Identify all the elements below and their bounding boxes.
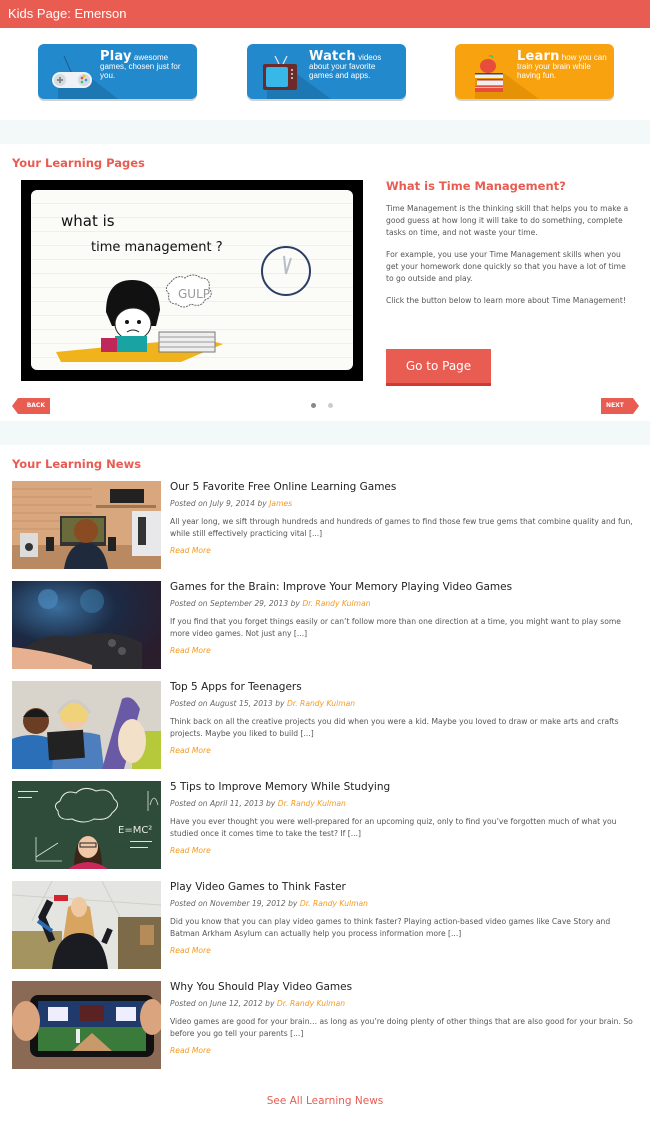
learning-pages-heading: Your Learning Pages [12,156,145,170]
svg-text:E=MC²: E=MC² [118,825,152,836]
read-more-link[interactable]: Read More [170,746,640,755]
author-link[interactable]: James [269,499,292,508]
read-more-link[interactable]: Read More [170,846,640,855]
play-banner-button[interactable]: Play awesome games, chosen just for you. [38,44,197,99]
article-excerpt: If you find that you forget things easil… [170,617,621,638]
article-excerpt: All year long, we sift through hundreds … [170,517,633,538]
description-paragraph: Time Management is the thinking skill th… [386,204,629,237]
article-excerpt: Did you know that you can play video gam… [170,917,611,938]
gulp-text: GULP [178,287,210,301]
news-article: E=MC² 5 Tips to Improve Memory While Stu… [0,781,650,881]
article-title-link[interactable]: Play Video Games to Think Faster [170,881,640,893]
apple-books-icon [475,55,503,92]
article-title-link[interactable]: Top 5 Apps for Teenagers [170,681,640,693]
article-thumbnail-game-controller[interactable] [12,581,161,669]
learning-page-title: What is Time Management? [386,179,566,193]
section-divider [0,120,650,144]
author-link[interactable]: Dr. Randy Kulman [278,799,346,808]
slide-dot[interactable] [328,403,333,408]
article-body: 5 Tips to Improve Memory While Studying … [170,781,640,855]
author-link[interactable]: Dr. Randy Kulman [300,899,368,908]
video-player[interactable]: what is time management ? GULP [21,180,363,381]
article-meta: Posted on July 9, 2014 by James [170,499,293,508]
read-more-link[interactable]: Read More [170,546,640,555]
news-article: Why You Should Play Video Games Posted o… [0,981,650,1081]
article-meta: Posted on September 29, 2013 by Dr. Rand… [170,599,371,608]
gamepad-icon [52,55,92,88]
learning-news-section: Your Learning News Our 5 Favorite Free O… [0,445,650,1107]
slide-dot-active[interactable] [311,403,316,408]
learn-banner-button[interactable]: Learn how you can train your brain while… [455,44,614,99]
article-thumbnail-girl-chalkboard[interactable]: E=MC² [12,781,161,869]
article-body: Why You Should Play Video Games Posted o… [170,981,640,1055]
page-header: Kids Page: Emerson [0,0,650,28]
page-title: Kids Page: Emerson [8,6,127,21]
go-to-page-button[interactable]: Go to Page [386,349,491,386]
news-article: Play Video Games to Think Faster Posted … [0,881,650,981]
learning-page-description: What is Time Management? Time Management… [386,179,631,317]
article-thumbnail-woman-motion-game[interactable] [12,881,161,969]
article-meta: Posted on June 12, 2012 by Dr. Randy Kul… [170,999,346,1008]
description-paragraph: Click the button below to learn more abo… [386,296,626,305]
article-meta: Posted on November 19, 2012 by Dr. Randy… [170,899,368,908]
video-frame: what is time management ? GULP [31,190,353,370]
read-more-link[interactable]: Read More [170,1046,640,1055]
author-link[interactable]: Dr. Randy Kulman [302,599,370,608]
next-button[interactable]: NEXT [601,398,639,414]
description-paragraph: For example, you use your Time Managemen… [386,250,626,283]
article-excerpt: Think back on all the creative projects … [170,717,619,738]
learning-news-heading: Your Learning News [12,457,142,471]
tv-icon [263,55,297,90]
article-meta: Posted on April 11, 2013 by Dr. Randy Ku… [170,799,346,808]
watch-banner-text: Watch videos about your favorite games a… [309,49,382,80]
back-button[interactable]: BACK [12,398,50,414]
cartoon-boy-illustration: GULP [56,274,223,362]
article-thumbnail-child-at-computer[interactable] [12,481,161,569]
article-body: Play Video Games to Think Faster Posted … [170,881,640,955]
watch-banner-button[interactable]: Watch videos about your favorite games a… [247,44,406,99]
article-body: Our 5 Favorite Free Online Learning Game… [170,481,640,555]
video-caption-line1: what is [61,212,115,230]
article-title-link[interactable]: Our 5 Favorite Free Online Learning Game… [170,481,640,493]
author-link[interactable]: Dr. Randy Kulman [277,999,345,1008]
video-caption-line2: time management ? [91,240,223,255]
article-title-link[interactable]: Why You Should Play Video Games [170,981,640,993]
article-title-link[interactable]: Games for the Brain: Improve Your Memory… [170,581,640,593]
article-thumbnail-phone-baseball-game[interactable] [12,981,161,1069]
article-thumbnail-teens-with-tablet[interactable] [12,681,161,769]
article-excerpt: Have you ever thought you were well-prep… [170,817,617,838]
read-more-link[interactable]: Read More [170,946,640,955]
banner-row: Play awesome games, chosen just for you.… [0,28,650,116]
read-more-link[interactable]: Read More [170,646,640,655]
news-article: Our 5 Favorite Free Online Learning Game… [0,481,650,581]
learn-banner-text: Learn how you can train your brain while… [517,49,607,80]
play-banner-text: Play awesome games, chosen just for you. [100,49,181,80]
author-link[interactable]: Dr. Randy Kulman [287,699,355,708]
article-excerpt: Video games are good for your brain… as … [170,1017,633,1038]
article-body: Games for the Brain: Improve Your Memory… [170,581,640,655]
article-body: Top 5 Apps for Teenagers Posted on Augus… [170,681,640,755]
section-divider [0,421,650,445]
news-article: Top 5 Apps for Teenagers Posted on Augus… [0,681,650,781]
learning-pages-section: Your Learning Pages what is time managem… [0,144,650,424]
article-meta: Posted on August 15, 2013 by Dr. Randy K… [170,699,356,708]
see-all-news-link[interactable]: See All Learning News [0,1095,650,1107]
news-article: Games for the Brain: Improve Your Memory… [0,581,650,681]
article-title-link[interactable]: 5 Tips to Improve Memory While Studying [170,781,640,793]
clock-icon [261,246,311,296]
